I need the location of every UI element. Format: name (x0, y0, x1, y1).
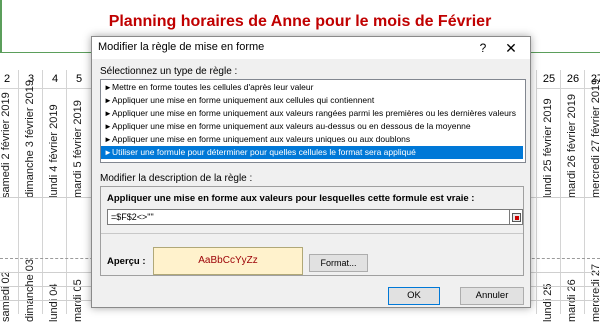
sheet-column[interactable]: 27 mercredi 27 février 2019 mercredi 27 (584, 70, 600, 322)
bullet-arrow-icon: ► (104, 122, 112, 131)
rule-type-label: Appliquer une mise en forme uniquement a… (112, 108, 516, 118)
column-number: 5 (67, 70, 91, 89)
sheet-column[interactable]: 26 mardi 26 février 2019 mardi 26 (560, 70, 585, 322)
bullet-arrow-icon: ► (104, 83, 112, 92)
format-button[interactable]: Format... (309, 254, 368, 272)
rule-description-label: Modifier la description de la règle : (100, 173, 253, 184)
rule-type-label: Appliquer une mise en forme uniquement a… (112, 95, 375, 105)
picker-arrow-shape (515, 216, 519, 220)
column-number: 2 (0, 70, 19, 89)
column-date: dimanche 3 février 2019 (24, 79, 36, 198)
bullet-arrow-icon: ► (104, 96, 112, 105)
rule-type-item-selected[interactable]: ►Utiliser une formule pour déterminer po… (101, 146, 523, 159)
column-number: 4 (43, 70, 67, 89)
cancel-button[interactable]: Annuler (460, 287, 524, 305)
rule-type-label: Appliquer une mise en forme uniquement a… (112, 134, 411, 144)
column-date: mardi 26 février 2019 (566, 94, 578, 198)
help-icon[interactable]: ? (474, 39, 492, 57)
dialog-titlebar[interactable]: Modifier la règle de mise en forme ? ✕ (92, 37, 530, 59)
sheet-title: Planning horaires de Anne pour le mois d… (108, 13, 492, 30)
rule-type-item[interactable]: ►Appliquer une mise en forme uniquement … (101, 120, 523, 133)
rule-type-item[interactable]: ►Appliquer une mise en forme uniquement … (101, 94, 523, 107)
column-date: mercredi 27 février 2019 (590, 78, 600, 198)
sheet-column[interactable]: 5 mardi 5 février 2019 mardi 05 (66, 70, 91, 322)
preview-label: Aperçu : (107, 256, 146, 267)
rule-type-label: Sélectionnez un type de règle : (100, 66, 238, 77)
column-date: lundi 4 février 2019 (48, 104, 60, 198)
bullet-arrow-icon: ► (104, 148, 112, 157)
rule-type-item[interactable]: ►Mettre en forme toutes les cellules d'a… (101, 81, 523, 94)
rule-type-label: Appliquer une mise en forme uniquement a… (112, 121, 471, 131)
bullet-arrow-icon: ► (104, 135, 112, 144)
rule-type-label: Mettre en forme toutes les cellules d'ap… (112, 82, 314, 92)
rule-description-panel: Appliquer une mise en forme aux valeurs … (100, 186, 524, 276)
sheet-column[interactable]: 4 lundi 4 février 2019 lundi 04 (42, 70, 67, 322)
formula-input[interactable]: =$F$2<>"" (107, 209, 510, 225)
column-number: 25 (537, 70, 561, 89)
formula-label: Appliquer une mise en forme aux valeurs … (107, 193, 475, 204)
column-date: samedi 2 février 2019 (0, 92, 12, 198)
dialog-title: Modifier la règle de mise en forme (98, 41, 265, 53)
rule-type-item[interactable]: ►Appliquer une mise en forme uniquement … (101, 133, 523, 146)
sheet-column[interactable]: 25 lundi 25 février 2019 lundi 25 (536, 70, 561, 322)
column-date: lundi 25 février 2019 (542, 98, 554, 198)
ok-button[interactable]: OK (388, 287, 440, 305)
column-number: 26 (561, 70, 585, 89)
rule-type-item[interactable]: ►Appliquer une mise en forme uniquement … (101, 107, 523, 120)
range-picker-icon[interactable] (509, 209, 523, 225)
format-preview: AaBbCcYyZz (153, 247, 303, 275)
close-icon[interactable]: ✕ (502, 39, 520, 57)
column-date: mardi 5 février 2019 (72, 100, 84, 198)
bullet-arrow-icon: ► (104, 109, 112, 118)
divider (101, 233, 523, 234)
rule-type-label: Utiliser une formule pour déterminer pou… (112, 147, 416, 157)
edit-formatting-rule-dialog: Modifier la règle de mise en forme ? ✕ S… (91, 36, 531, 308)
sheet-column[interactable]: 3 dimanche 3 février 2019 dimanche 03 (18, 70, 43, 322)
sheet-column[interactable]: 2 samedi 2 février 2019 samedi 02 (0, 70, 19, 322)
rule-type-list[interactable]: ►Mettre en forme toutes les cellules d'a… (100, 79, 526, 163)
